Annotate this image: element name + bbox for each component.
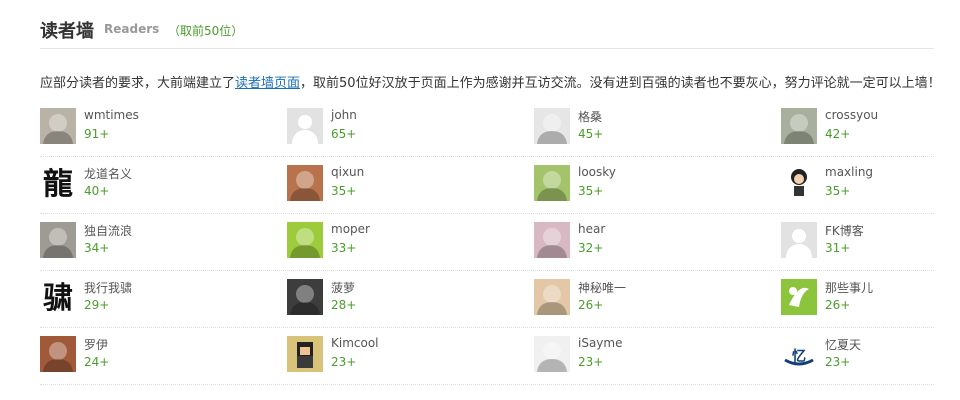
reader-item[interactable]: maxling 35+ bbox=[781, 165, 960, 205]
reader-row: 罗伊 24+ Kimcool 23+ iSayme 23+ 忆忆夏天 23+ bbox=[40, 328, 934, 385]
reader-name[interactable]: 龙道名义 bbox=[84, 165, 132, 182]
reader-name[interactable]: hear bbox=[578, 222, 605, 236]
reader-name[interactable]: 我行我骕 bbox=[84, 279, 132, 296]
reader-item[interactable]: loosky 35+ bbox=[534, 165, 774, 205]
reader-comment-count: 26+ bbox=[578, 298, 604, 312]
reader-comment-count: 35+ bbox=[825, 184, 851, 198]
reader-avatar[interactable] bbox=[781, 222, 817, 258]
reader-avatar[interactable] bbox=[781, 165, 817, 201]
reader-avatar[interactable] bbox=[287, 336, 323, 372]
intro-text-after: ，取前50位好汉放于页面上作为感谢并互访交流。没有进到百强的读者也不要灰心，努力… bbox=[300, 76, 941, 91]
reader-item[interactable]: 罗伊 24+ bbox=[40, 336, 280, 376]
reader-name[interactable]: iSayme bbox=[578, 336, 622, 350]
reader-item[interactable]: 那些事儿 26+ bbox=[781, 279, 960, 319]
reader-avatar[interactable] bbox=[40, 336, 76, 372]
reader-avatar[interactable]: 骕 bbox=[40, 279, 76, 315]
reader-row: 骕我行我骕 29+ 菠萝 28+ 神秘唯一 26+ 那些事儿 26+ bbox=[40, 271, 934, 328]
reader-item[interactable]: 格桑 45+ bbox=[534, 108, 774, 148]
reader-comment-count: 23+ bbox=[825, 355, 851, 369]
reader-name[interactable]: 菠萝 bbox=[331, 279, 355, 296]
reader-avatar[interactable] bbox=[40, 222, 76, 258]
reader-avatar[interactable] bbox=[534, 279, 570, 315]
reader-avatar[interactable] bbox=[534, 336, 570, 372]
reader-item[interactable]: Kimcool 23+ bbox=[287, 336, 527, 376]
reader-avatar[interactable] bbox=[287, 165, 323, 201]
reader-comment-count: 35+ bbox=[331, 184, 357, 198]
reader-avatar[interactable] bbox=[287, 279, 323, 315]
reader-item[interactable]: FK博客 31+ bbox=[781, 222, 960, 262]
intro-text: 应部分读者的要求，大前端建立了读者墙页面，取前50位好汉放于页面上作为感谢并互访… bbox=[40, 72, 960, 91]
reader-item[interactable]: wmtimes 91+ bbox=[40, 108, 280, 148]
reader-avatar[interactable] bbox=[40, 108, 76, 144]
page-subtitle: Readers bbox=[104, 22, 160, 36]
reader-name[interactable]: moper bbox=[331, 222, 370, 236]
reader-row: wmtimes 91+ john 65+ 格桑 45+ crossyou 42+ bbox=[40, 100, 934, 157]
reader-avatar[interactable]: 忆 bbox=[781, 336, 817, 372]
reader-item[interactable]: 骕我行我骕 29+ bbox=[40, 279, 280, 319]
reader-comment-count: 33+ bbox=[331, 241, 357, 255]
intro-text-before: 应部分读者的要求，大前端建立了 bbox=[40, 76, 236, 91]
reader-avatar[interactable] bbox=[781, 279, 817, 315]
readers-wall-page: 读者墙 Readers （取前50位） 应部分读者的要求，大前端建立了读者墙页面… bbox=[0, 0, 960, 400]
svg-text:龍: 龍 bbox=[43, 167, 73, 201]
reader-item[interactable]: john 65+ bbox=[287, 108, 527, 148]
reader-avatar[interactable] bbox=[781, 108, 817, 144]
reader-name[interactable]: wmtimes bbox=[84, 108, 139, 122]
reader-avatar[interactable] bbox=[534, 222, 570, 258]
reader-name[interactable]: maxling bbox=[825, 165, 873, 179]
reader-item[interactable]: iSayme 23+ bbox=[534, 336, 774, 376]
reader-row: 龍龙道名义 40+ qixun 35+ loosky 35+ maxling 35+ bbox=[40, 157, 934, 214]
readers-grid: wmtimes 91+ john 65+ 格桑 45+ crossyou 42+ 龍龙道名义 40… bbox=[40, 100, 934, 385]
reader-name[interactable]: john bbox=[331, 108, 357, 122]
reader-comment-count: 28+ bbox=[331, 298, 357, 312]
reader-name[interactable]: 罗伊 bbox=[84, 336, 108, 353]
page-title: 读者墙 bbox=[40, 21, 94, 42]
reader-comment-count: 32+ bbox=[578, 241, 604, 255]
reader-comment-count: 45+ bbox=[578, 127, 604, 141]
reader-name[interactable]: 那些事儿 bbox=[825, 279, 873, 296]
reader-comment-count: 91+ bbox=[84, 127, 110, 141]
reader-comment-count: 24+ bbox=[84, 355, 110, 369]
top-count-note: （取前50位） bbox=[168, 24, 244, 38]
reader-avatar[interactable] bbox=[287, 222, 323, 258]
reader-item[interactable]: crossyou 42+ bbox=[781, 108, 960, 148]
reader-name[interactable]: FK博客 bbox=[825, 222, 864, 239]
reader-item[interactable]: 独自流浪 34+ bbox=[40, 222, 280, 262]
reader-name[interactable]: 格桑 bbox=[578, 108, 602, 125]
reader-name[interactable]: qixun bbox=[331, 165, 364, 179]
readers-wall-link[interactable]: 读者墙页面 bbox=[235, 76, 300, 91]
svg-text:骕: 骕 bbox=[43, 281, 73, 315]
reader-name[interactable]: 独自流浪 bbox=[84, 222, 132, 239]
reader-item[interactable]: 龍龙道名义 40+ bbox=[40, 165, 280, 205]
section-header: 读者墙 Readers （取前50位） bbox=[40, 12, 934, 49]
reader-avatar[interactable] bbox=[534, 108, 570, 144]
reader-avatar[interactable] bbox=[534, 165, 570, 201]
reader-comment-count: 35+ bbox=[578, 184, 604, 198]
reader-comment-count: 26+ bbox=[825, 298, 851, 312]
reader-avatar[interactable]: 龍 bbox=[40, 165, 76, 201]
reader-name[interactable]: Kimcool bbox=[331, 336, 379, 350]
reader-name[interactable]: crossyou bbox=[825, 108, 878, 122]
reader-item[interactable]: 忆忆夏天 23+ bbox=[781, 336, 960, 376]
reader-item[interactable]: 菠萝 28+ bbox=[287, 279, 527, 319]
reader-comment-count: 31+ bbox=[825, 241, 851, 255]
reader-comment-count: 23+ bbox=[578, 355, 604, 369]
reader-name[interactable]: 神秘唯一 bbox=[578, 279, 626, 296]
reader-comment-count: 34+ bbox=[84, 241, 110, 255]
reader-comment-count: 23+ bbox=[331, 355, 357, 369]
reader-row: 独自流浪 34+ moper 33+ hear 32+ FK博客 31+ bbox=[40, 214, 934, 271]
reader-comment-count: 65+ bbox=[331, 127, 357, 141]
reader-comment-count: 40+ bbox=[84, 184, 110, 198]
reader-avatar[interactable] bbox=[287, 108, 323, 144]
reader-name[interactable]: 忆夏天 bbox=[825, 336, 861, 353]
reader-name[interactable]: loosky bbox=[578, 165, 616, 179]
reader-item[interactable]: moper 33+ bbox=[287, 222, 527, 262]
reader-item[interactable]: hear 32+ bbox=[534, 222, 774, 262]
reader-comment-count: 29+ bbox=[84, 298, 110, 312]
reader-item[interactable]: 神秘唯一 26+ bbox=[534, 279, 774, 319]
reader-item[interactable]: qixun 35+ bbox=[287, 165, 527, 205]
reader-comment-count: 42+ bbox=[825, 127, 851, 141]
